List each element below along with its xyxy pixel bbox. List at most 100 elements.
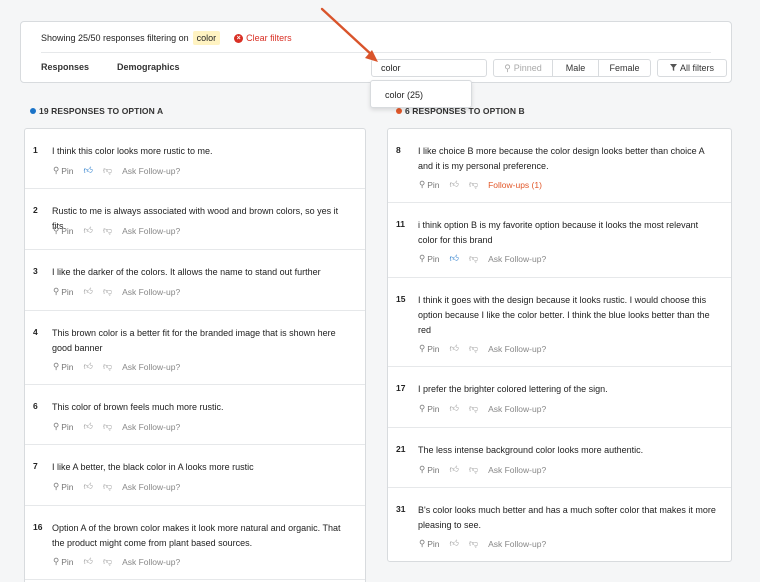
- pin-icon: ⚲: [419, 343, 426, 353]
- search-input[interactable]: [371, 59, 487, 77]
- response-text: I like choice B more because the color d…: [418, 146, 705, 171]
- pin-button[interactable]: ⚲ Pin: [53, 165, 74, 176]
- ask-follow-up-link[interactable]: Ask Follow-up?: [488, 254, 546, 264]
- response-text: This color of brown feels much more rust…: [52, 402, 224, 412]
- male-label: Male: [565, 63, 586, 73]
- thumbs-up-icon[interactable]: 👍︎: [450, 253, 459, 264]
- thumbs-up-icon[interactable]: 👍︎: [450, 464, 459, 475]
- thumbs-down-icon[interactable]: 👎︎: [103, 225, 112, 236]
- showing-text: Showing 25/50 responses filtering on: [41, 33, 189, 43]
- close-circle-icon: ×: [234, 33, 244, 43]
- ask-follow-up-link[interactable]: Ask Follow-up?: [488, 465, 546, 475]
- ask-follow-up-link[interactable]: Ask Follow-up?: [122, 226, 180, 236]
- response-actions: ⚲ Pin 👍︎ 👎︎ Ask Follow-up?: [419, 403, 546, 414]
- thumbs-up-icon[interactable]: 👍︎: [450, 179, 459, 190]
- thumbs-up-icon[interactable]: 👍︎: [450, 403, 459, 414]
- pin-button[interactable]: ⚲ Pin: [53, 286, 74, 297]
- response-actions: ⚲ Pin 👍︎ 👎︎ Ask Follow-up?: [53, 421, 180, 432]
- response-actions: ⚲ Pin 👍︎ 👎︎ Ask Follow-up?: [53, 481, 180, 492]
- ask-follow-up-link[interactable]: Ask Follow-up?: [122, 422, 180, 432]
- response-number: 4: [33, 327, 38, 337]
- thumbs-down-icon[interactable]: 👎︎: [103, 481, 112, 492]
- pin-button[interactable]: ⚲ Pin: [419, 179, 440, 190]
- ask-follow-up-link[interactable]: Ask Follow-up?: [488, 539, 546, 549]
- pin-label: Pin: [427, 403, 440, 414]
- thumbs-up-icon[interactable]: 👍︎: [450, 343, 459, 354]
- response-text: The less intense background color looks …: [418, 445, 644, 455]
- thumbs-up-icon[interactable]: 👍︎: [84, 421, 93, 432]
- thumbs-down-icon[interactable]: 👎︎: [469, 253, 478, 264]
- ask-follow-up-link[interactable]: Ask Follow-up?: [488, 404, 546, 414]
- pin-label: Pin: [427, 253, 440, 264]
- thumbs-down-icon[interactable]: 👎︎: [469, 343, 478, 354]
- pin-icon: ⚲: [419, 538, 426, 548]
- pin-button[interactable]: ⚲ Pin: [53, 361, 74, 372]
- response-actions: ⚲ Pin 👍︎ 👎︎ Ask Follow-up?: [419, 253, 546, 264]
- ask-follow-up-link[interactable]: Ask Follow-up?: [122, 482, 180, 492]
- thumbs-up-icon[interactable]: 👍︎: [84, 481, 93, 492]
- all-filters-button[interactable]: All filters: [657, 59, 727, 77]
- response-item: 4 This brown color is a better fit for t…: [25, 311, 365, 385]
- pin-button[interactable]: ⚲ Pin: [53, 481, 74, 492]
- response-actions: ⚲ Pin 👍︎ 👎︎ Ask Follow-up?: [53, 286, 180, 297]
- ask-follow-up-link[interactable]: Ask Follow-up?: [488, 344, 546, 354]
- segment-buttons: ⚲ Pinned Male Female: [493, 59, 651, 77]
- pin-button[interactable]: ⚲ Pin: [419, 464, 440, 475]
- ask-follow-up-link[interactable]: Ask Follow-up?: [122, 362, 180, 372]
- follow-ups-link[interactable]: Follow-ups (1): [488, 180, 542, 190]
- response-text: I like the darker of the colors. It allo…: [52, 267, 321, 277]
- response-number: 1: [33, 145, 38, 155]
- ask-follow-up-link[interactable]: Ask Follow-up?: [122, 557, 180, 567]
- pin-button[interactable]: ⚲ Pin: [53, 556, 74, 567]
- tab-responses[interactable]: Responses: [41, 62, 89, 72]
- thumbs-up-icon[interactable]: 👍︎: [84, 361, 93, 372]
- tab-demographics[interactable]: Demographics: [117, 62, 180, 72]
- pin-button[interactable]: ⚲ Pin: [419, 253, 440, 264]
- view-tabs: Responses Demographics: [41, 62, 180, 72]
- thumbs-down-icon[interactable]: 👎︎: [103, 286, 112, 297]
- thumbs-down-icon[interactable]: 👎︎: [469, 464, 478, 475]
- thumbs-down-icon[interactable]: 👎︎: [469, 403, 478, 414]
- ask-follow-up-link[interactable]: Ask Follow-up?: [122, 166, 180, 176]
- pin-button[interactable]: ⚲ Pin: [419, 403, 440, 414]
- response-actions: ⚲ Pin 👍︎ 👎︎ Ask Follow-up?: [53, 225, 180, 236]
- thumbs-down-icon[interactable]: 👎︎: [103, 421, 112, 432]
- pin-icon: ⚲: [53, 421, 60, 431]
- option-a-heading: 19 RESPONSES TO OPTION A: [30, 106, 163, 116]
- pin-icon: ⚲: [419, 179, 426, 189]
- pin-label: Pin: [61, 361, 74, 372]
- suggestion-option[interactable]: color (25): [385, 90, 423, 100]
- pin-label: Pin: [61, 225, 74, 236]
- thumbs-down-icon[interactable]: 👎︎: [469, 538, 478, 549]
- thumbs-up-icon[interactable]: 👍︎: [84, 165, 93, 176]
- response-item: 1 I think this color looks more rustic t…: [25, 129, 365, 189]
- clear-filters-button[interactable]: × Clear filters: [234, 33, 292, 43]
- thumbs-up-icon[interactable]: 👍︎: [84, 286, 93, 297]
- response-item: 15 I think it goes with the design becau…: [388, 278, 731, 367]
- response-item: 31 B's color looks much better and has a…: [388, 488, 731, 561]
- pin-button[interactable]: ⚲ Pin: [53, 421, 74, 432]
- thumbs-down-icon[interactable]: 👎︎: [103, 165, 112, 176]
- thumbs-down-icon[interactable]: 👎︎: [469, 179, 478, 190]
- pin-label: Pin: [61, 481, 74, 492]
- response-number: 31: [396, 504, 406, 514]
- response-item: 7 I like A better, the black color in A …: [25, 445, 365, 506]
- pin-icon: ⚲: [53, 286, 60, 296]
- filter-funnel-icon: [669, 63, 677, 73]
- pin-button[interactable]: ⚲ Pin: [419, 343, 440, 354]
- response-actions: ⚲ Pin 👍︎ 👎︎ Ask Follow-up?: [419, 538, 546, 549]
- thumbs-up-icon[interactable]: 👍︎: [450, 538, 459, 549]
- pin-label: Pin: [61, 556, 74, 567]
- pin-button[interactable]: ⚲ Pin: [53, 225, 74, 236]
- clear-filters-label: Clear filters: [246, 33, 292, 43]
- response-number: 8: [396, 145, 401, 155]
- ask-follow-up-link[interactable]: Ask Follow-up?: [122, 287, 180, 297]
- pinned-button[interactable]: ⚲ Pinned: [493, 59, 553, 77]
- female-button[interactable]: Female: [599, 59, 651, 77]
- thumbs-up-icon[interactable]: 👍︎: [84, 556, 93, 567]
- thumbs-down-icon[interactable]: 👎︎: [103, 361, 112, 372]
- thumbs-down-icon[interactable]: 👎︎: [103, 556, 112, 567]
- thumbs-up-icon[interactable]: 👍︎: [84, 225, 93, 236]
- male-button[interactable]: Male: [553, 59, 599, 77]
- pin-button[interactable]: ⚲ Pin: [419, 538, 440, 549]
